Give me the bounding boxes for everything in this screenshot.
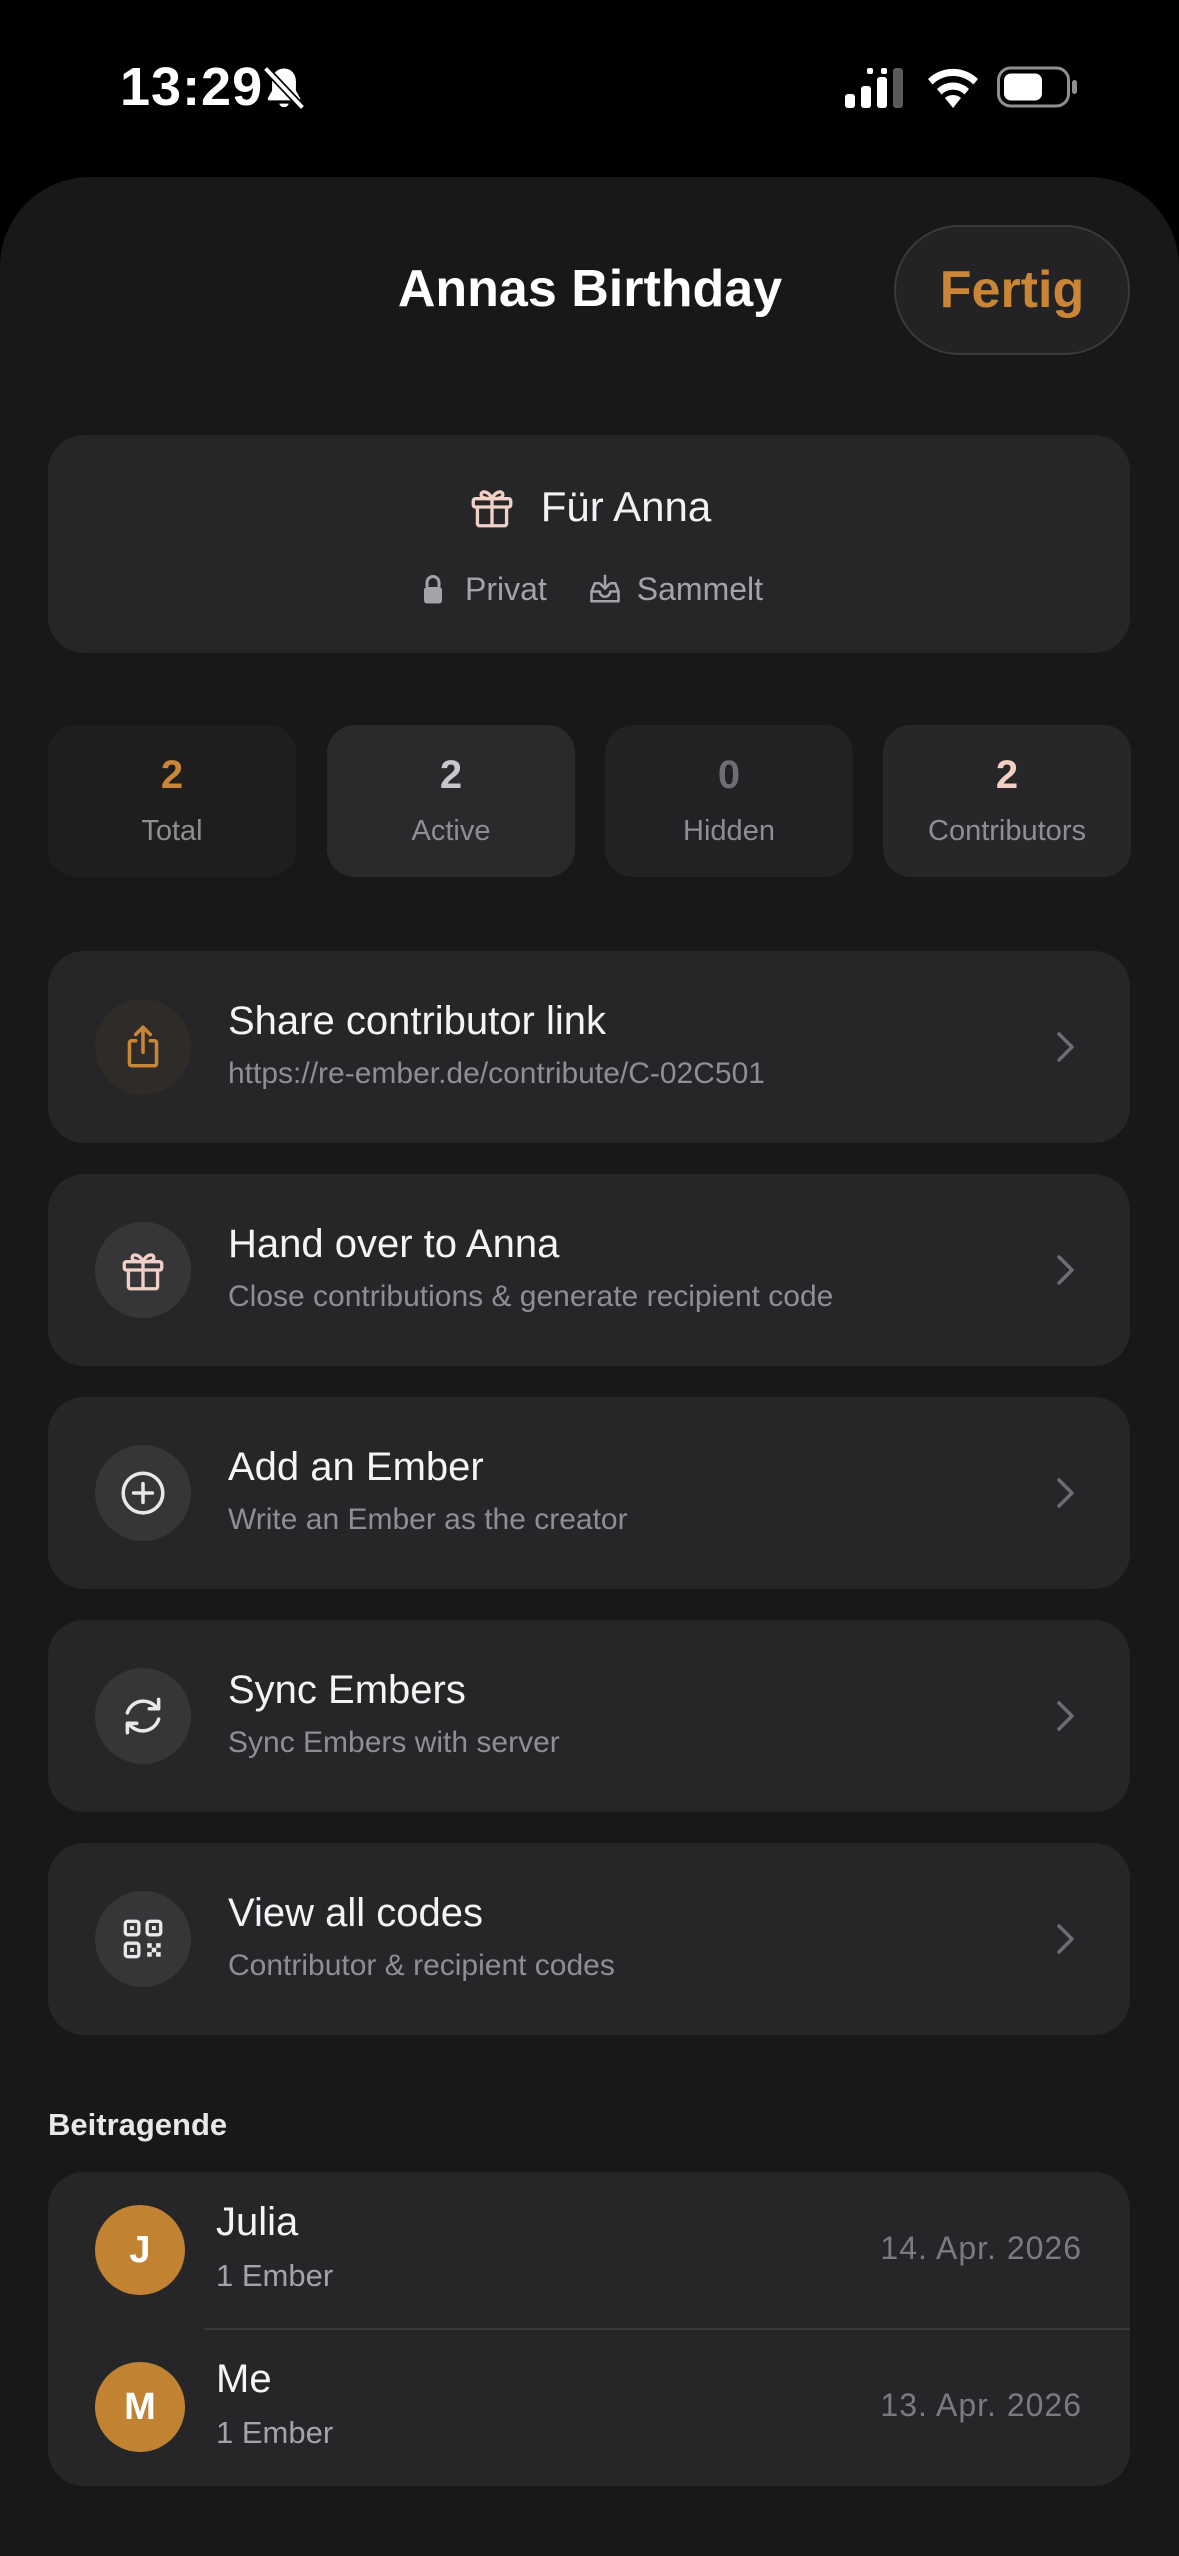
- stat-value: 2: [439, 753, 463, 797]
- action-title: Share contributor link: [228, 999, 606, 1043]
- chevron-right-icon: [1057, 1032, 1074, 1062]
- recipient-meta: Privat Sammelt: [48, 571, 1130, 608]
- recipient-row: Für Anna: [48, 481, 1130, 533]
- bell-slash-icon: [262, 65, 306, 111]
- action-title: Add an Ember: [228, 1445, 484, 1489]
- add-ember-button[interactable]: Add an Ember Write an Ember as the creat…: [48, 1397, 1130, 1589]
- action-subtitle: Sync Embers with server: [228, 1726, 560, 1759]
- recipient-name: Für Anna: [540, 483, 712, 530]
- gift-icon: [122, 1253, 164, 1291]
- contributor-ember-count: 1 Ember: [216, 2415, 334, 2450]
- stat-hidden: 0 Hidden: [605, 725, 853, 877]
- lock-icon: [423, 574, 442, 603]
- action-subtitle: Write an Ember as the creator: [228, 1503, 628, 1536]
- stat-value: 2: [160, 753, 184, 797]
- sheet: Annas Birthday Fertig Für Anna Privat Sa…: [0, 177, 1179, 2556]
- action-icon: [95, 999, 191, 1095]
- sync-embers-button[interactable]: Sync Embers Sync Embers with server: [48, 1620, 1130, 1812]
- avatar: M: [95, 2362, 185, 2452]
- contributor-row[interactable]: M Me 1 Ember 13. Apr. 2026: [48, 2329, 1130, 2486]
- battery-icon: [997, 66, 1077, 108]
- chevron-right-icon: [1057, 1478, 1074, 1508]
- stat-contributors: 2 Contributors: [883, 725, 1131, 877]
- action-title: View all codes: [228, 1891, 483, 1935]
- plus-circle-icon: [121, 1471, 165, 1515]
- status-time: 13:29: [120, 57, 264, 117]
- status-bar: 13:29: [0, 0, 1179, 175]
- stat-total: 2 Total: [48, 725, 296, 877]
- stat-label: Active: [411, 815, 491, 847]
- contributor-date: 13. Apr. 2026: [880, 2387, 1082, 2423]
- chevron-right-icon: [1057, 1924, 1074, 1954]
- share-contributor-link-button[interactable]: Share contributor link https://re-ember.…: [48, 951, 1130, 1143]
- qr-code-icon: [123, 1919, 163, 1959]
- stat-label: Contributors: [928, 815, 1086, 847]
- contributors-section-header: Beitragende: [48, 2107, 228, 2142]
- contributor-date: 14. Apr. 2026: [880, 2230, 1082, 2266]
- page-title: Annas Birthday: [397, 260, 783, 318]
- tray-download-icon: [589, 573, 620, 603]
- collection-state-label: Sammelt: [636, 571, 764, 607]
- done-button[interactable]: Fertig: [894, 225, 1130, 355]
- contributor-name: Me: [216, 2357, 272, 2401]
- chevron-right-icon: [1057, 1255, 1074, 1285]
- privacy-label: Privat: [464, 571, 547, 607]
- stat-label: Total: [141, 815, 203, 847]
- contributor-ember-count: 1 Ember: [216, 2258, 334, 2293]
- gift-icon: [471, 490, 513, 528]
- cellular-signal-icon: [845, 68, 903, 108]
- action-subtitle: Contributor & recipient codes: [228, 1949, 615, 1982]
- wifi-icon: [928, 68, 978, 108]
- view-all-codes-button[interactable]: View all codes Contributor & recipient c…: [48, 1843, 1130, 2035]
- contributors-list: J Julia 1 Ember 14. Apr. 2026 M Me 1 Emb…: [48, 2172, 1130, 2486]
- privacy-badge: Privat: [415, 571, 547, 608]
- action-icon: [95, 1445, 191, 1541]
- contributor-name: Julia: [216, 2200, 299, 2244]
- action-subtitle: Close contributions & generate recipient…: [228, 1280, 834, 1313]
- action-title: Sync Embers: [228, 1668, 466, 1712]
- stat-label: Hidden: [683, 815, 775, 847]
- action-title: Hand over to Anna: [228, 1222, 560, 1266]
- contributor-row[interactable]: J Julia 1 Ember 14. Apr. 2026: [48, 2172, 1130, 2330]
- stat-active: 2 Active: [327, 725, 575, 877]
- chevron-right-icon: [1057, 1701, 1074, 1731]
- action-icon: [95, 1222, 191, 1318]
- stat-value: 0: [717, 753, 741, 797]
- sync-icon: [125, 1697, 161, 1735]
- hand-over-button[interactable]: Hand over to Anna Close contributions & …: [48, 1174, 1130, 1366]
- stat-value: 2: [995, 753, 1019, 797]
- collection-state-badge: Sammelt: [587, 571, 763, 608]
- share-icon: [127, 1025, 159, 1068]
- avatar: J: [95, 2205, 185, 2295]
- recipient-card: Für Anna Privat Sammelt: [48, 435, 1130, 653]
- action-subtitle: https://re-ember.de/contribute/C-02C501: [228, 1057, 765, 1090]
- action-icon: [95, 1891, 191, 1987]
- action-icon: [95, 1668, 191, 1764]
